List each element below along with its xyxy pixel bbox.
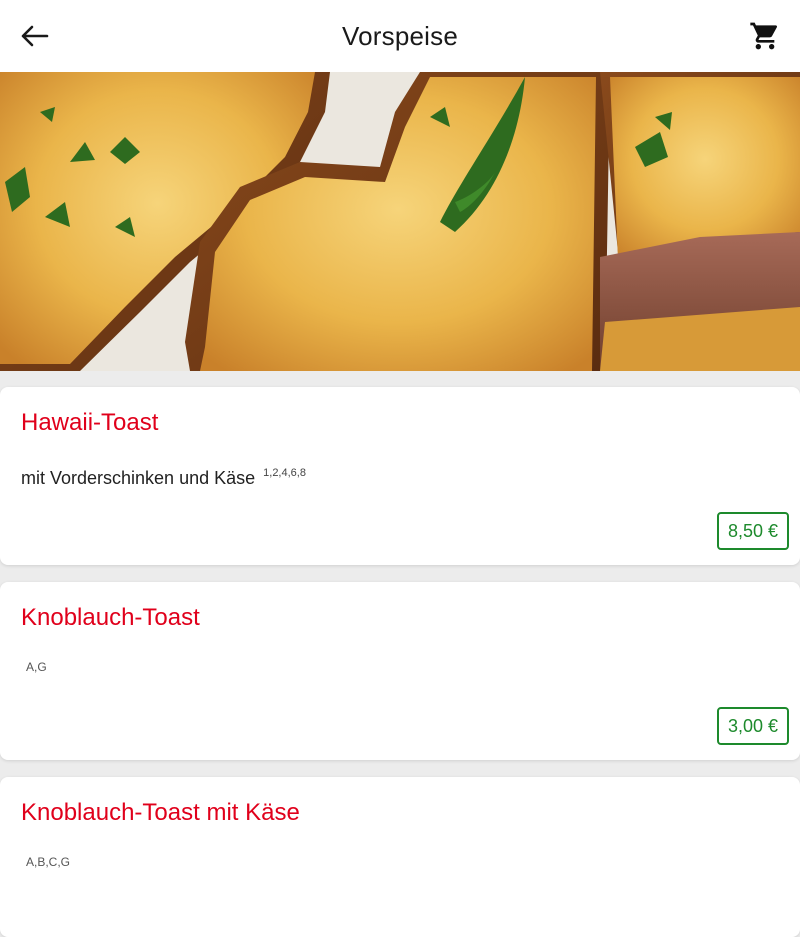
- item-name: Hawaii-Toast: [21, 409, 159, 436]
- hero-image: [0, 72, 800, 371]
- item-name: Knoblauch-Toast: [21, 604, 200, 631]
- price-button[interactable]: 3,00 €: [717, 707, 789, 745]
- price-button[interactable]: 8,50 €: [717, 512, 789, 550]
- menu-item-card[interactable]: Hawaii-Toast mit Vorderschinken und Käse…: [0, 387, 800, 565]
- app-bar: Vorspeise: [0, 0, 800, 72]
- back-button[interactable]: [14, 18, 54, 54]
- cart-button[interactable]: [744, 16, 786, 56]
- item-description-text: mit Vorderschinken und Käse: [21, 468, 256, 488]
- item-additives: 1,2,4,6,8: [263, 467, 306, 479]
- menu-item-card[interactable]: Knoblauch-Toast mit Käse A,B,C,G: [0, 777, 800, 937]
- menu-item-card[interactable]: Knoblauch-Toast A,G 3,00 €: [0, 582, 800, 760]
- item-name: Knoblauch-Toast mit Käse: [21, 799, 300, 826]
- arrow-left-icon: [21, 25, 49, 47]
- garlic-toast-photo: [0, 72, 800, 371]
- page-title: Vorspeise: [342, 20, 458, 51]
- item-allergens: A,B,C,G: [26, 855, 71, 869]
- item-allergens: A,G: [26, 660, 47, 674]
- item-description: mit Vorderschinken und Käse 1,2,4,6,8: [21, 467, 306, 489]
- shopping-cart-icon: [750, 22, 778, 50]
